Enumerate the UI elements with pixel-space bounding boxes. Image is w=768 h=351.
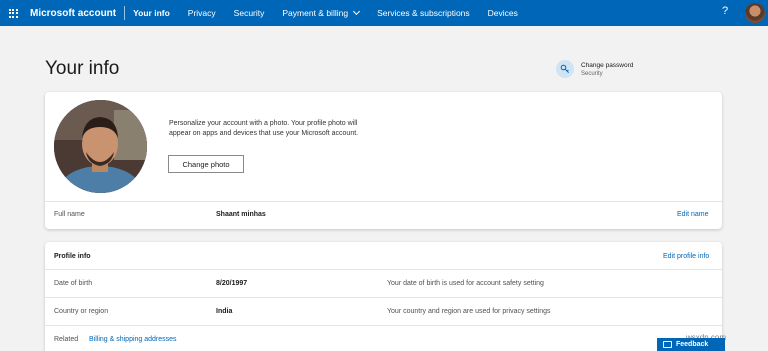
photo-description: Personalize your account with a photo. Y… [169, 120, 359, 137]
brand-name[interactable]: Microsoft account [30, 8, 116, 19]
feedback-label: Feedback [676, 341, 709, 348]
app-launcher-icon[interactable] [2, 0, 24, 26]
page-title: Your info [45, 58, 120, 79]
nav-payment-billing-label: Payment & billing [282, 8, 349, 18]
card-divider [45, 325, 722, 326]
feedback-button[interactable]: Feedback [657, 338, 725, 351]
nav-privacy[interactable]: Privacy [188, 0, 216, 26]
country-region-note: Your country and region are used for pri… [387, 308, 551, 315]
change-photo-button[interactable]: Change photo [168, 155, 244, 173]
related-label: Related [54, 336, 79, 343]
nav-your-info[interactable]: Your info [133, 0, 170, 26]
nav-services-subscriptions[interactable]: Services & subscriptions [377, 0, 470, 26]
help-icon[interactable]: ? [722, 5, 728, 17]
date-of-birth-label: Date of birth [54, 280, 93, 287]
profile-info-heading: Profile info [54, 253, 91, 260]
chat-icon [663, 341, 672, 348]
country-region-label: Country or region [54, 308, 109, 315]
change-password-link[interactable]: Change password [581, 62, 633, 69]
billing-shipping-link[interactable]: Billing & shipping addresses [89, 336, 177, 343]
chevron-down-icon [353, 7, 361, 16]
nav-divider [124, 6, 126, 20]
date-of-birth-value: 8/20/1997 [216, 280, 248, 287]
full-name-value: Shaant minhas [216, 211, 266, 218]
top-nav-bar: Microsoft account Your info Privacy Secu… [0, 0, 768, 26]
country-region-value: India [216, 308, 233, 315]
full-name-label: Full name [54, 211, 85, 218]
card-divider [45, 201, 722, 202]
key-icon[interactable] [556, 60, 574, 78]
profile-info-card: Profile info Edit profile info Date of b… [45, 242, 722, 351]
card-divider [45, 269, 722, 270]
nav-devices[interactable]: Devices [488, 0, 518, 26]
nav-payment-billing[interactable]: Payment & billing [282, 0, 361, 26]
change-password-subtitle: Security [581, 71, 603, 77]
account-avatar[interactable] [745, 3, 765, 23]
edit-name-link[interactable]: Edit name [677, 211, 709, 218]
date-of-birth-note: Your date of birth is used for account s… [387, 280, 544, 287]
profile-photo-card: Personalize your account with a photo. Y… [45, 92, 722, 229]
nav-security[interactable]: Security [234, 0, 265, 26]
profile-photo [54, 100, 147, 193]
edit-profile-info-link[interactable]: Edit profile info [663, 253, 709, 260]
card-divider [45, 297, 722, 298]
